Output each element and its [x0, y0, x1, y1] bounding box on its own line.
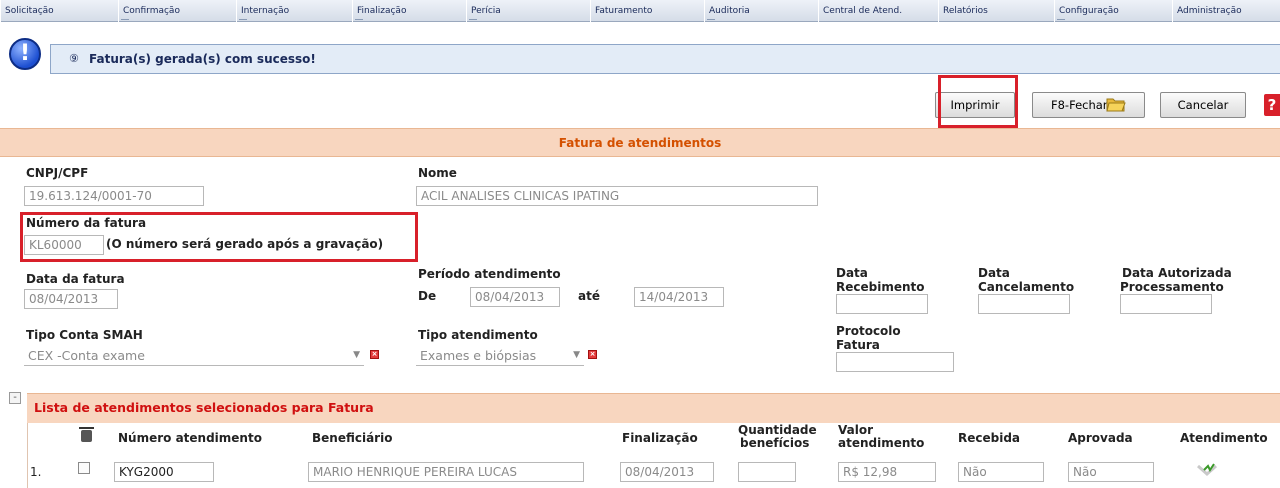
menu-configuracao[interactable]: Configuração: [1054, 0, 1172, 22]
col-header-numero: Número atendimento: [118, 431, 262, 445]
col-header-aprovada: Aprovada: [1068, 431, 1133, 445]
nome-field[interactable]: ACIL ANALISES CLINICAS IPATING: [416, 186, 818, 206]
menu-label: Relatórios: [943, 6, 988, 16]
alert-exclamation-icon: !: [9, 38, 41, 70]
data-cancelamento-field[interactable]: [978, 294, 1070, 314]
tipo-conta-value: CEX -Conta exame: [28, 348, 145, 363]
success-message-text: Fatura(s) gerada(s) com sucesso!: [89, 52, 316, 66]
section-title: Fatura de atendimentos: [0, 128, 1280, 157]
protocolo-label-2: Fatura: [836, 338, 880, 352]
col-header-beneficiario: Beneficiário: [312, 431, 393, 445]
menu-label: Perícia: [471, 6, 501, 16]
col-header-valor-2: atendimento: [838, 436, 925, 450]
menu-label: Administração: [1177, 6, 1242, 16]
row-aprovada-field[interactable]: Não: [1068, 462, 1154, 482]
chevron-down-icon: ▼: [353, 350, 360, 360]
menu-pericia[interactable]: Perícia: [466, 0, 590, 22]
main-menu-bar: Solicitação Confirmação Internação Final…: [0, 0, 1280, 22]
menu-arrow-icon: [707, 19, 715, 20]
row-recebida-field[interactable]: Não: [958, 462, 1044, 482]
tipo-atendimento-label: Tipo atendimento: [418, 328, 538, 342]
clear-tipo-conta-icon[interactable]: ×: [370, 350, 379, 359]
row-select-checkbox[interactable]: [78, 462, 90, 474]
menu-arrow-icon: [469, 19, 477, 20]
numero-fatura-highlight-frame: [20, 212, 418, 262]
menu-administracao[interactable]: Administração: [1172, 0, 1280, 22]
row-numero-field[interactable]: KYG2000: [114, 462, 214, 482]
success-message-box: ⑨ Fatura(s) gerada(s) com sucesso!: [50, 44, 1280, 74]
menu-label: Faturamento: [595, 6, 653, 16]
row-index: 1.: [30, 465, 42, 479]
data-autorizada-label-2: Processamento: [1120, 280, 1224, 294]
trash-icon[interactable]: [79, 427, 94, 442]
help-icon[interactable]: ?: [1264, 94, 1280, 116]
menu-central-atend[interactable]: Central de Atend.: [818, 0, 938, 22]
protocolo-label-1: Protocolo: [836, 324, 901, 338]
close-button-label: F8-Fechar: [1051, 98, 1108, 112]
ate-label: até: [578, 289, 600, 303]
ate-field[interactable]: 14/04/2013: [634, 287, 724, 307]
de-field[interactable]: 08/04/2013: [470, 287, 560, 307]
tipo-atendimento-select[interactable]: Exames e biópsias ▼: [416, 346, 584, 366]
folder-icon: [1106, 98, 1126, 112]
row-valor-field[interactable]: R$ 12,98: [838, 462, 936, 482]
de-label: De: [418, 289, 437, 303]
col-header-finalizacao: Finalização: [622, 431, 698, 445]
nome-label: Nome: [418, 166, 457, 180]
data-autorizada-field[interactable]: [1120, 294, 1212, 314]
menu-arrow-icon: [355, 19, 363, 20]
cnpj-field[interactable]: 19.613.124/0001-70: [24, 186, 204, 206]
cancel-button[interactable]: Cancelar: [1160, 92, 1246, 118]
menu-finalizacao[interactable]: Finalização: [352, 0, 466, 22]
data-fatura-field[interactable]: 08/04/2013: [24, 289, 118, 309]
close-button[interactable]: F8-Fechar: [1032, 92, 1145, 118]
print-highlight-frame: [938, 75, 1018, 128]
row-quantidade-field[interactable]: [738, 462, 796, 482]
row-beneficiario-field[interactable]: MARIO HENRIQUE PEREIRA LUCAS: [308, 462, 584, 482]
row-finalizacao-field[interactable]: 08/04/2013: [620, 462, 714, 482]
collapse-toggle-icon[interactable]: -: [9, 392, 21, 404]
periodo-label: Período atendimento: [418, 267, 561, 281]
menu-solicitacao[interactable]: Solicitação: [0, 0, 118, 22]
col-header-quantidade-2: benefícios: [740, 436, 810, 450]
menu-label: Central de Atend.: [823, 6, 903, 16]
menu-internacao[interactable]: Internação: [236, 0, 352, 22]
chevron-down-icon: ▼: [573, 350, 580, 360]
data-fatura-label: Data da fatura: [26, 272, 125, 286]
col-header-recebida: Recebida: [958, 431, 1021, 445]
menu-label: Configuração: [1059, 6, 1119, 16]
data-cancelamento-label-1: Data: [978, 266, 1010, 280]
protocolo-field[interactable]: [836, 352, 954, 372]
menu-label: Finalização: [357, 6, 407, 16]
menu-label: Solicitação: [5, 6, 54, 16]
data-recebimento-field[interactable]: [836, 294, 928, 314]
menu-arrow-icon: [239, 19, 247, 20]
list-title: Lista de atendimentos selecionados para …: [34, 400, 374, 415]
data-autorizada-label-1: Data Autorizada: [1122, 266, 1232, 280]
menu-arrow-icon: [121, 19, 129, 20]
data-cancelamento-label-2: Cancelamento: [978, 280, 1075, 294]
cnpj-label: CNPJ/CPF: [26, 166, 89, 180]
menu-relatorios[interactable]: Relatórios: [938, 0, 1054, 22]
data-recebimento-label-1: Data: [836, 266, 868, 280]
menu-label: Confirmação: [123, 6, 180, 16]
tipo-atendimento-value: Exames e biópsias: [420, 348, 537, 363]
tipo-conta-label: Tipo Conta SMAH: [26, 328, 143, 342]
col-header-atendimento: Atendimento: [1180, 431, 1268, 445]
info-icon: ⑨: [69, 52, 79, 65]
menu-auditoria[interactable]: Auditoria: [704, 0, 818, 22]
data-recebimento-label-2: Recebimento: [836, 280, 925, 294]
tipo-conta-select[interactable]: CEX -Conta exame ▼: [24, 346, 364, 366]
menu-faturamento[interactable]: Faturamento: [590, 0, 704, 22]
confirm-arrow-icon[interactable]: [1196, 462, 1218, 478]
menu-label: Internação: [241, 6, 290, 16]
menu-label: Auditoria: [709, 6, 750, 16]
menu-arrow-icon: [1057, 19, 1065, 20]
menu-confirmacao[interactable]: Confirmação: [118, 0, 236, 22]
clear-tipo-atendimento-icon[interactable]: ×: [588, 350, 597, 359]
